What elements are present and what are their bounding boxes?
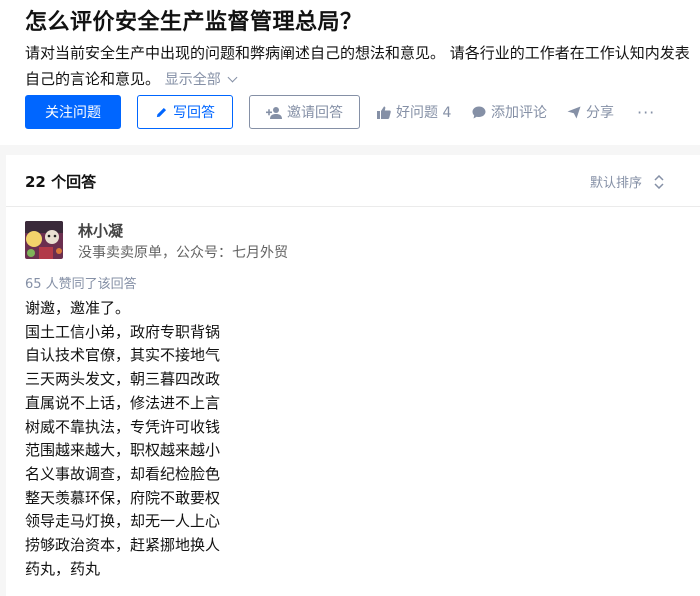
add-comment-button[interactable]: 添加评论	[472, 95, 547, 129]
answer-line: 范围越来越大，职权越来越小	[25, 441, 221, 460]
question-actions: 关注问题 写回答 邀请回答 好问题 4 添加评论 分享 ···	[25, 95, 695, 129]
answer-line: 国土工信小弟，政府专职背锅	[25, 322, 221, 341]
add-comment-label: 添加评论	[491, 105, 547, 121]
answers-header: 22 个回答 默认排序	[6, 155, 700, 207]
answer-line: 药丸，药丸	[25, 559, 101, 578]
answer-line: 名义事故调查，却看纪检脸色	[25, 464, 221, 483]
answers-list: 22 个回答 默认排序 林小凝 没事卖卖原单，公众号：七月外贸 65 人赞同了该…	[6, 155, 700, 596]
answer-line: 谢邀，邀准了。	[25, 299, 131, 317]
question-title: 怎么评价安全生产监督管理总局？	[25, 10, 363, 35]
good-question-button[interactable]: 好问题 4	[377, 95, 451, 129]
show-all-button[interactable]: 显示全部	[165, 72, 238, 88]
author-name[interactable]: 林小凝	[78, 220, 123, 241]
question-description: 请对当前安全生产中出现的问题和弊病阐述自己的想法和意见。 请各行业的工作者在工作…	[25, 40, 700, 93]
answer-line: 三天两头发文，朝三暮四改政	[25, 370, 221, 389]
thumbs-up-icon	[377, 106, 391, 119]
answer-line: 捞够政治资本，赶紧挪地换人	[25, 536, 221, 555]
answer-count: 22 个回答	[25, 173, 97, 191]
answer-content: 谢邀，邀准了。 国土工信小弟，政府专职背锅 自认技术官僚，其实不接地气 三天两头…	[25, 297, 220, 581]
sort-label[interactable]: 默认排序	[590, 172, 642, 191]
invite-answer-label: 邀请回答	[287, 105, 343, 121]
share-icon	[567, 106, 581, 118]
question-description-text: 请对当前安全生产中出现的问题和弊病阐述自己的想法和意见。 请各行业的工作者在工作…	[25, 44, 690, 88]
author-bio: 没事卖卖原单，公众号：七月外贸	[78, 245, 288, 261]
upvote-count: 65 人赞同了该回答	[25, 277, 137, 292]
answer-line: 整天羡慕环保，府院不敢要权	[25, 488, 221, 507]
avatar[interactable]	[25, 221, 63, 259]
share-label: 分享	[586, 105, 614, 121]
follow-question-button[interactable]: 关注问题	[25, 95, 121, 129]
write-answer-button[interactable]: 写回答	[137, 95, 233, 129]
answer-line: 树威不靠执法，专凭许可收钱	[25, 417, 221, 436]
answer-line: 领导走马灯换，却无一人上心	[25, 512, 221, 531]
invite-user-icon	[266, 106, 282, 119]
comment-icon	[472, 106, 486, 118]
good-question-label: 好问题 4	[396, 105, 452, 121]
write-answer-label: 写回答	[173, 105, 215, 121]
answer-line: 自认技术官僚，其实不接地气	[25, 346, 221, 365]
sort-arrows-icon[interactable]	[654, 174, 664, 189]
share-button[interactable]: 分享	[567, 95, 614, 129]
sort-dropdown[interactable]: 默认排序	[590, 172, 664, 191]
chevron-down-icon[interactable]	[227, 72, 238, 83]
invite-answer-button[interactable]: 邀请回答	[249, 95, 360, 129]
pen-icon	[156, 107, 167, 117]
question-header: 怎么评价安全生产监督管理总局？ 请对当前安全生产中出现的问题和弊病阐述自己的想法…	[0, 0, 700, 145]
show-all-label[interactable]: 显示全部	[165, 72, 221, 88]
more-options-button[interactable]: ···	[637, 95, 655, 129]
answer-line: 直属说不上话，修法进不上言	[25, 393, 221, 412]
